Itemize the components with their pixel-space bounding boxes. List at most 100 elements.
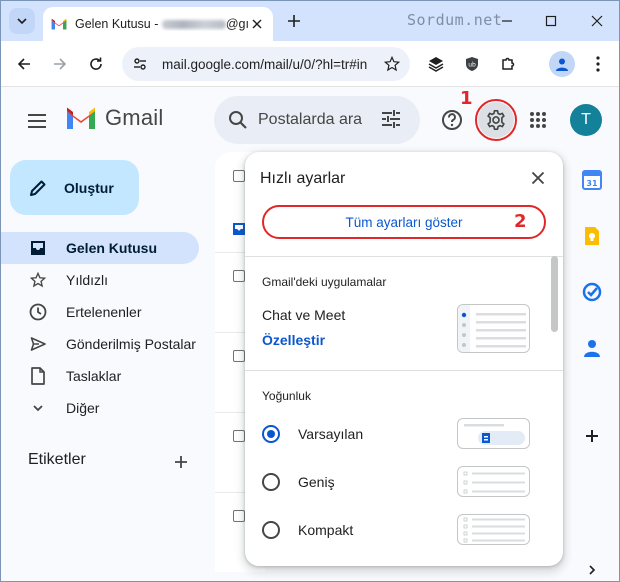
main-menu-button[interactable] xyxy=(25,109,49,133)
row-checkbox[interactable] xyxy=(233,270,245,282)
row-checkbox[interactable] xyxy=(233,510,245,522)
keep-icon xyxy=(585,227,599,245)
primary-tab-icon[interactable] xyxy=(232,222,246,236)
calendar-app-button[interactable]: 31 xyxy=(581,169,603,191)
search-input[interactable] xyxy=(258,111,378,129)
quick-settings-close-button[interactable] xyxy=(528,168,548,188)
select-all-checkbox[interactable] xyxy=(233,170,245,182)
quick-settings-title: Hızlı ayarlar xyxy=(260,170,346,187)
inbox-icon xyxy=(28,238,48,258)
sidebar-item-starred[interactable]: Yıldızlı xyxy=(1,264,199,296)
gmail-favicon-icon xyxy=(51,18,67,30)
sidebar-item-inbox[interactable]: Gelen Kutusu xyxy=(1,232,199,264)
browser-toolbar: mail.google.com/mail/u/0/?hl=tr#in ub xyxy=(1,41,619,87)
section-divider xyxy=(245,370,563,371)
site-settings-icon[interactable] xyxy=(132,56,148,72)
url-text[interactable]: mail.google.com/mail/u/0/?hl=tr#in xyxy=(162,57,384,72)
browser-menu-button[interactable] xyxy=(585,51,611,77)
row-checkbox[interactable] xyxy=(233,350,245,362)
density-option-compact[interactable]: Kompakt xyxy=(262,521,353,539)
quick-settings-panel: Hızlı ayarlar Tüm ayarları göster 2 Gmai… xyxy=(245,152,563,566)
back-button[interactable] xyxy=(11,51,37,77)
reload-icon xyxy=(90,57,102,70)
send-icon xyxy=(28,334,48,354)
density-option-comfortable[interactable]: Geniş xyxy=(262,473,335,491)
sidebar-item-more[interactable]: Diğer xyxy=(1,392,199,424)
add-label-button[interactable] xyxy=(171,452,191,472)
annotation-number-1: 1 xyxy=(460,88,473,109)
search-bar[interactable] xyxy=(214,96,420,144)
section-divider xyxy=(245,256,563,257)
density-compact-thumbnail[interactable] xyxy=(457,514,530,545)
google-apps-button[interactable] xyxy=(520,102,556,138)
window-close-button[interactable] xyxy=(585,9,609,33)
chat-meet-label: Chat ve Meet xyxy=(262,307,346,323)
customize-link[interactable]: Özelleştir xyxy=(262,332,325,348)
chevron-right-icon xyxy=(589,565,596,575)
density-section-title: Yoğunluk xyxy=(262,389,311,403)
minimize-button[interactable] xyxy=(495,9,519,33)
profile-button[interactable] xyxy=(549,51,575,77)
tab-close-button[interactable] xyxy=(249,16,265,32)
account-avatar[interactable]: T xyxy=(570,104,602,136)
sidebar-item-label: Gönderilmiş Postalar xyxy=(66,336,196,352)
new-tab-button[interactable] xyxy=(283,10,305,32)
draft-icon xyxy=(28,366,48,386)
radio-comfortable[interactable] xyxy=(262,473,280,491)
star-icon xyxy=(28,270,48,290)
search-icon[interactable] xyxy=(228,110,248,130)
svg-text:ub: ub xyxy=(468,62,476,69)
sidebar-item-drafts[interactable]: Taslaklar xyxy=(1,360,199,392)
reload-button[interactable] xyxy=(83,51,109,77)
address-bar[interactable]: mail.google.com/mail/u/0/?hl=tr#in xyxy=(122,47,410,81)
density-option-label: Geniş xyxy=(298,474,335,490)
density-option-default[interactable]: Varsayılan xyxy=(262,425,363,443)
puzzle-icon xyxy=(502,57,515,70)
tab-search-button[interactable] xyxy=(9,8,35,34)
panel-scrollbar[interactable] xyxy=(551,256,558,332)
compose-button[interactable]: Oluştur xyxy=(10,160,139,215)
sidebar-nav: Gelen Kutusu Yıldızlı Ertelenenler Gönde… xyxy=(1,232,199,424)
sidebar-item-label: Taslaklar xyxy=(66,368,122,384)
density-comfortable-thumbnail[interactable] xyxy=(457,466,530,497)
extensions-button[interactable] xyxy=(495,51,521,77)
svg-text:31: 31 xyxy=(586,179,598,188)
see-all-settings-label: Tüm ayarları göster xyxy=(345,214,463,230)
see-all-settings-button[interactable]: Tüm ayarları göster xyxy=(262,205,546,239)
row-checkbox[interactable] xyxy=(233,430,245,442)
shield-icon: ub xyxy=(466,57,478,71)
sidebar-item-label: Yıldızlı xyxy=(66,272,109,288)
apps-section-title: Gmail'deki uygulamalar xyxy=(262,275,387,289)
extension-layers-button[interactable] xyxy=(423,51,449,77)
density-default-thumbnail[interactable] xyxy=(457,418,530,449)
settings-highlight-ring xyxy=(475,99,517,141)
forward-button[interactable] xyxy=(47,51,73,77)
gmail-logo-icon xyxy=(67,107,95,129)
radio-default[interactable] xyxy=(262,425,280,443)
gmail-logo-text: Gmail xyxy=(105,105,164,130)
radio-compact[interactable] xyxy=(262,521,280,539)
help-icon xyxy=(442,110,462,130)
extension-ublock-button[interactable]: ub xyxy=(459,51,485,77)
close-icon xyxy=(591,15,603,27)
minimize-icon xyxy=(502,20,512,22)
star-bookmark-icon[interactable] xyxy=(384,56,400,72)
contacts-app-button[interactable] xyxy=(581,337,603,359)
chevron-down-icon xyxy=(17,18,27,25)
density-option-label: Varsayılan xyxy=(298,426,364,442)
maximize-button[interactable] xyxy=(539,9,563,33)
arrow-right-icon xyxy=(54,58,67,70)
contacts-icon xyxy=(584,340,600,357)
search-options-button[interactable] xyxy=(380,108,402,135)
tab-title-suffix: @gı xyxy=(225,17,249,31)
tasks-app-button[interactable] xyxy=(581,281,603,303)
keep-app-button[interactable] xyxy=(581,225,603,247)
sidebar-item-sent[interactable]: Gönderilmiş Postalar xyxy=(1,328,199,360)
show-side-panel-button[interactable] xyxy=(581,559,603,581)
browser-tab-gmail[interactable]: Gelen Kutusu - @gı xyxy=(43,7,273,41)
hamburger-icon xyxy=(28,114,46,128)
sidebar-item-snoozed[interactable]: Ertelenenler xyxy=(1,296,199,328)
clock-icon xyxy=(28,302,48,322)
get-addons-button[interactable] xyxy=(581,425,603,447)
gmail-logo[interactable]: Gmail xyxy=(65,105,163,131)
